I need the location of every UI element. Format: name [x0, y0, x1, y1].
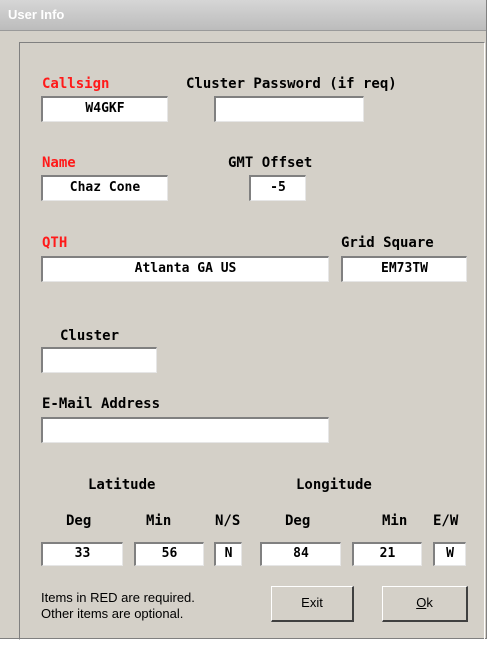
ok-button-rest: k — [426, 595, 433, 610]
latitude-min-input[interactable]: 56 — [134, 542, 204, 566]
window-title: User Info — [8, 7, 65, 22]
name-label: Name — [42, 155, 76, 171]
email-input[interactable] — [41, 417, 329, 443]
longitude-deg-label: Deg — [285, 513, 311, 529]
required-note: Items in RED are required. — [41, 590, 195, 605]
latitude-label: Latitude — [88, 477, 156, 493]
longitude-deg-input[interactable]: 84 — [260, 542, 341, 566]
latitude-min-label: Min — [146, 513, 172, 529]
latitude-deg-label: Deg — [66, 513, 92, 529]
gmt-offset-input[interactable]: -5 — [249, 175, 306, 201]
title-bar: User Info — [0, 0, 486, 31]
latitude-ns-input[interactable]: N — [214, 542, 242, 566]
grid-square-label: Grid Square — [341, 235, 434, 251]
latitude-ns-label: N/S — [215, 513, 241, 529]
ok-button-mnemonic: O — [416, 595, 427, 610]
longitude-min-label: Min — [382, 513, 408, 529]
longitude-min-input[interactable]: 21 — [352, 542, 422, 566]
callsign-input[interactable]: W4GKF — [41, 96, 168, 122]
optional-note: Other items are optional. — [41, 606, 184, 621]
cluster-password-input[interactable] — [214, 96, 364, 122]
user-info-dialog: User Info Callsign W4GKF Cluster Passwor… — [0, 0, 487, 640]
cluster-label: Cluster — [60, 328, 120, 344]
ok-button[interactable]: Ok — [382, 586, 468, 622]
email-label: E-Mail Address — [42, 396, 161, 412]
name-input[interactable]: Chaz Cone — [41, 175, 168, 201]
cluster-input[interactable] — [41, 347, 157, 373]
longitude-ew-input[interactable]: W — [433, 542, 466, 566]
longitude-label: Longitude — [296, 477, 372, 493]
qth-input[interactable]: Atlanta GA US — [41, 256, 329, 282]
latitude-deg-input[interactable]: 33 — [41, 542, 123, 566]
qth-label: QTH — [42, 235, 68, 251]
longitude-ew-label: E/W — [433, 513, 459, 529]
cluster-password-label: Cluster Password (if req) — [186, 76, 397, 92]
exit-button[interactable]: Exit — [271, 586, 354, 622]
gmt-offset-label: GMT Offset — [228, 155, 313, 171]
callsign-label: Callsign — [42, 76, 110, 92]
grid-square-input[interactable]: EM73TW — [341, 256, 467, 282]
